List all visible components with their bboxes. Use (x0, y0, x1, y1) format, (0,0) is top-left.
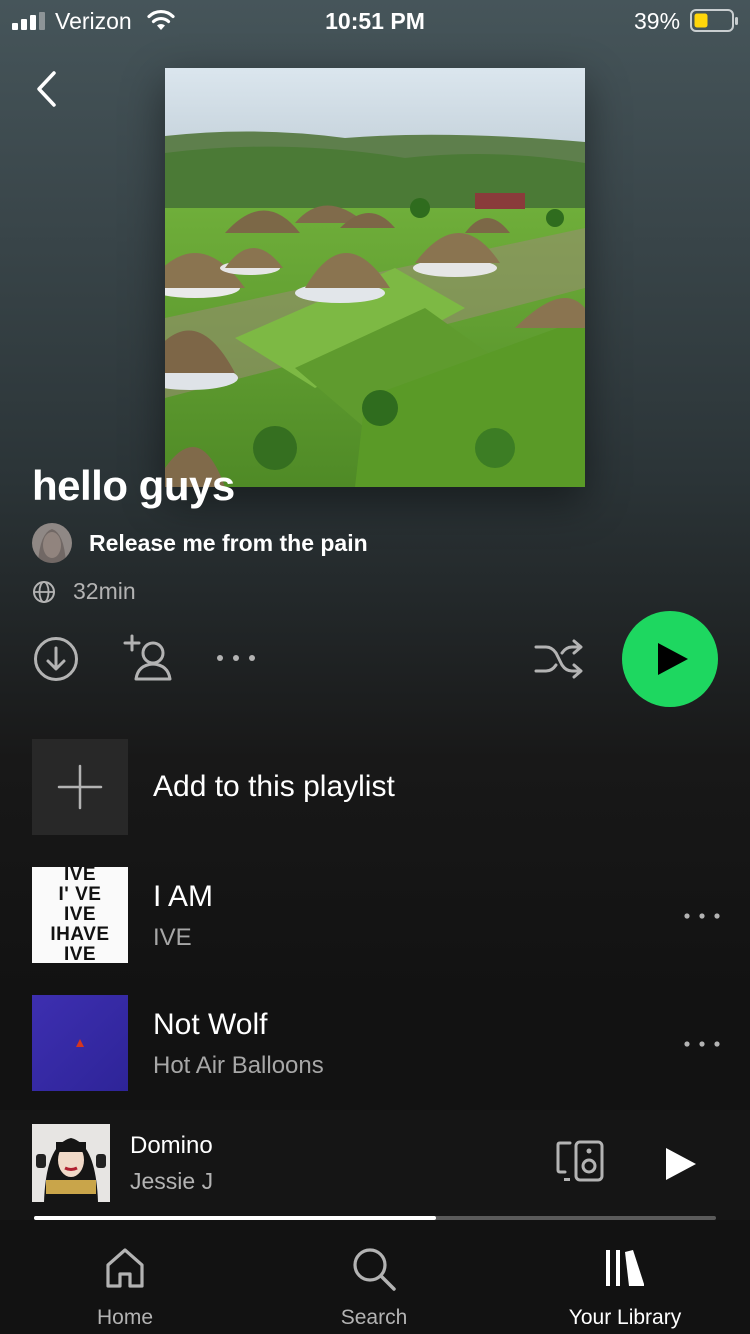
mini-play-icon[interactable] (664, 1146, 698, 1182)
track-artist: IVE (153, 924, 192, 951)
add-user-icon[interactable] (122, 634, 176, 682)
home-icon (106, 1248, 144, 1288)
cover-text-line: I' VE (58, 884, 102, 905)
playlist-meta: 32min (32, 578, 136, 605)
track-row[interactable]: IVE I' VE IVE IHAVE IVE I AM IVE (0, 867, 750, 963)
nav-library-label: Your Library (568, 1306, 682, 1329)
nav-search[interactable]: Search (284, 1222, 464, 1334)
nav-library[interactable]: Your Library (535, 1222, 715, 1334)
playlist-cover-image (165, 68, 585, 487)
bottom-nav: Home Search Your Library (0, 1222, 750, 1334)
connect-devices-icon[interactable] (556, 1138, 606, 1184)
track-title: I AM (153, 880, 214, 913)
playlist-title: hello guys (32, 462, 235, 509)
playback-progress[interactable] (34, 1216, 716, 1220)
add-to-playlist-label[interactable]: Add to this playlist (153, 770, 395, 804)
cover-text-line: IHAVE (50, 924, 110, 945)
track-more-icon[interactable] (684, 913, 720, 919)
plus-icon (57, 764, 103, 810)
track-cover-image (32, 995, 128, 1091)
download-icon[interactable] (33, 636, 79, 682)
add-to-playlist-row[interactable]: Add to this playlist (0, 739, 750, 835)
add-tile[interactable] (32, 739, 128, 835)
owner-name[interactable]: Release me from the pain (89, 530, 368, 557)
back-chevron-icon[interactable] (30, 70, 64, 108)
nav-search-label: Search (340, 1306, 408, 1329)
playlist-duration: 32min (73, 578, 136, 604)
track-cover-image: IVE I' VE IVE IHAVE IVE (32, 867, 128, 963)
now-playing-title: Domino (130, 1132, 213, 1159)
nav-home[interactable]: Home (35, 1222, 215, 1334)
search-icon (353, 1248, 396, 1291)
track-artist: Hot Air Balloons (153, 1052, 324, 1079)
playlist-owner[interactable]: Release me from the pain (32, 522, 368, 564)
battery-icon (690, 9, 738, 32)
now-playing-artist: Jessie J (130, 1168, 214, 1194)
owner-avatar[interactable] (32, 523, 72, 563)
track-more-icon[interactable] (684, 1041, 720, 1047)
cover-text-line: IVE (63, 944, 97, 964)
mini-player[interactable]: Domino Jessie J (0, 1110, 750, 1220)
more-options-icon[interactable] (216, 654, 256, 662)
now-playing-cover-image (32, 1124, 110, 1202)
nav-home-label: Home (96, 1306, 154, 1329)
track-title: Not Wolf (153, 1008, 268, 1041)
cover-text-line: IVE (63, 904, 97, 925)
status-bar: Verizon 10:51 PM 39% (0, 0, 750, 40)
track-row[interactable]: Not Wolf Hot Air Balloons (0, 995, 750, 1091)
cover-text-line: IVE (63, 867, 97, 885)
play-button[interactable] (622, 611, 718, 707)
library-icon (606, 1250, 644, 1286)
shuffle-icon[interactable] (534, 638, 584, 680)
play-icon (658, 643, 688, 675)
battery-percent: 39% (634, 8, 681, 34)
globe-icon (33, 580, 55, 603)
playback-progress-fill (34, 1216, 437, 1220)
